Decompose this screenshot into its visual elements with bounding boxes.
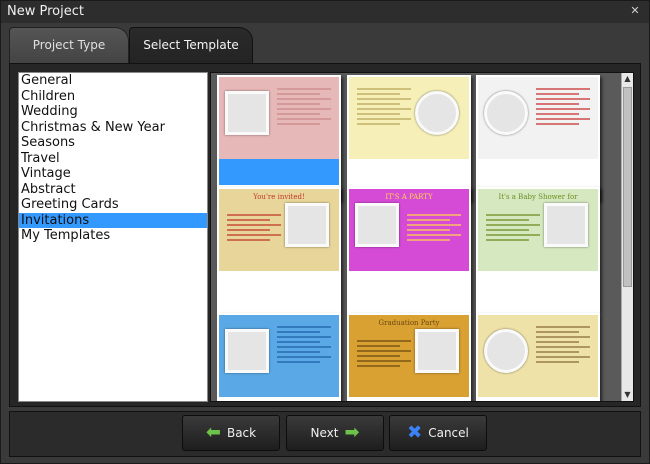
window-title: New Project [7,4,84,19]
category-item-general[interactable]: General [19,73,207,89]
category-item-travel[interactable]: Travel [19,151,207,167]
invitation-text [536,323,590,366]
arrow-right-icon: ➡ [344,422,360,443]
photo-placeholder [415,91,459,135]
tab-strip: Project Type Select Template [1,23,649,63]
cancel-button[interactable]: ✖ Cancel [389,415,487,451]
title-bar: New Project ✕ [1,1,649,23]
invitation-text [407,211,461,244]
template-heading: You're invited! [253,193,305,201]
arrow-left-icon: ⬅ [205,422,221,443]
invitation-text [277,85,331,128]
template-card[interactable] [347,75,471,201]
invitation-text [357,337,411,370]
category-item-my-templates[interactable]: My Templates [19,228,207,244]
category-item-christmas[interactable]: Christmas & New Year [19,120,207,136]
template-thumbnail: You're invited! [219,189,339,271]
photo-placeholder [285,203,329,247]
photo-placeholder [484,329,528,373]
photo-placeholder [484,91,528,135]
invitation-text [227,211,281,244]
template-heading: Graduation Party [378,319,440,327]
invitation-text [357,85,411,128]
scroll-down-icon[interactable]: ▼ [622,389,633,401]
back-button-label: Back [226,426,257,440]
category-item-wedding[interactable]: Wedding [19,104,207,120]
cancel-button-label: Cancel [428,426,469,440]
next-button-label: Next [310,426,339,440]
template-card[interactable] [476,75,600,201]
category-item-children[interactable]: Children [19,89,207,105]
template-gallery: You're invited! IT'S A PARTY It's a Baby S… [210,72,634,402]
template-heading: It's a Baby Shower for [498,193,578,201]
scrollbar-thumb[interactable] [623,87,632,287]
template-thumbnail [478,315,598,397]
next-button[interactable]: Next ➡ [286,415,384,451]
template-card[interactable]: It's a Baby Shower for [476,187,600,313]
template-thumbnail [478,77,598,159]
template-card[interactable]: You're invited! [217,187,341,313]
photo-placeholder [225,329,269,373]
x-mark-icon: ✖ [407,422,423,443]
photo-placeholder [355,203,399,247]
close-icon[interactable]: ✕ [627,3,643,19]
invitation-text [536,85,590,128]
template-card[interactable] [217,313,341,401]
selection-highlight [219,159,339,185]
template-thumbnail [349,77,469,159]
template-heading: IT'S A PARTY [385,193,433,201]
template-thumbnail: It's a Baby Shower for [478,189,598,271]
new-project-window: New Project ✕ Project Type Select Templa… [0,0,650,464]
category-item-greeting-cards[interactable]: Greeting Cards [19,197,207,213]
template-card[interactable] [217,75,341,201]
invitation-text [486,211,540,244]
category-list[interactable]: General Children Wedding Christmas & New… [18,72,208,402]
photo-placeholder [225,91,269,135]
scroll-up-icon[interactable]: ▲ [622,73,633,85]
back-button[interactable]: ⬅ Back [182,415,280,451]
button-bar: ⬅ Back Next ➡ ✖ Cancel [9,411,641,457]
category-item-seasons[interactable]: Seasons [19,135,207,151]
photo-placeholder [415,329,459,373]
gallery-scrollbar[interactable]: ▲ ▼ [621,73,633,401]
category-item-invitations[interactable]: Invitations [19,212,207,228]
category-item-abstract[interactable]: Abstract [19,182,207,198]
template-thumbnail [219,315,339,397]
tab-project-type[interactable]: Project Type [9,27,129,63]
template-panel: General Children Wedding Christmas & New… [9,63,641,407]
photo-placeholder [544,203,588,247]
tab-select-template[interactable]: Select Template [129,27,253,63]
category-item-vintage[interactable]: Vintage [19,166,207,182]
invitation-text [277,323,331,366]
template-card[interactable]: Graduation Party [347,313,471,401]
template-thumbnail [219,77,339,159]
template-thumbnail: Graduation Party [349,315,469,397]
template-card[interactable] [476,313,600,401]
template-thumbnail: IT'S A PARTY [349,189,469,271]
template-card[interactable]: IT'S A PARTY [347,187,471,313]
